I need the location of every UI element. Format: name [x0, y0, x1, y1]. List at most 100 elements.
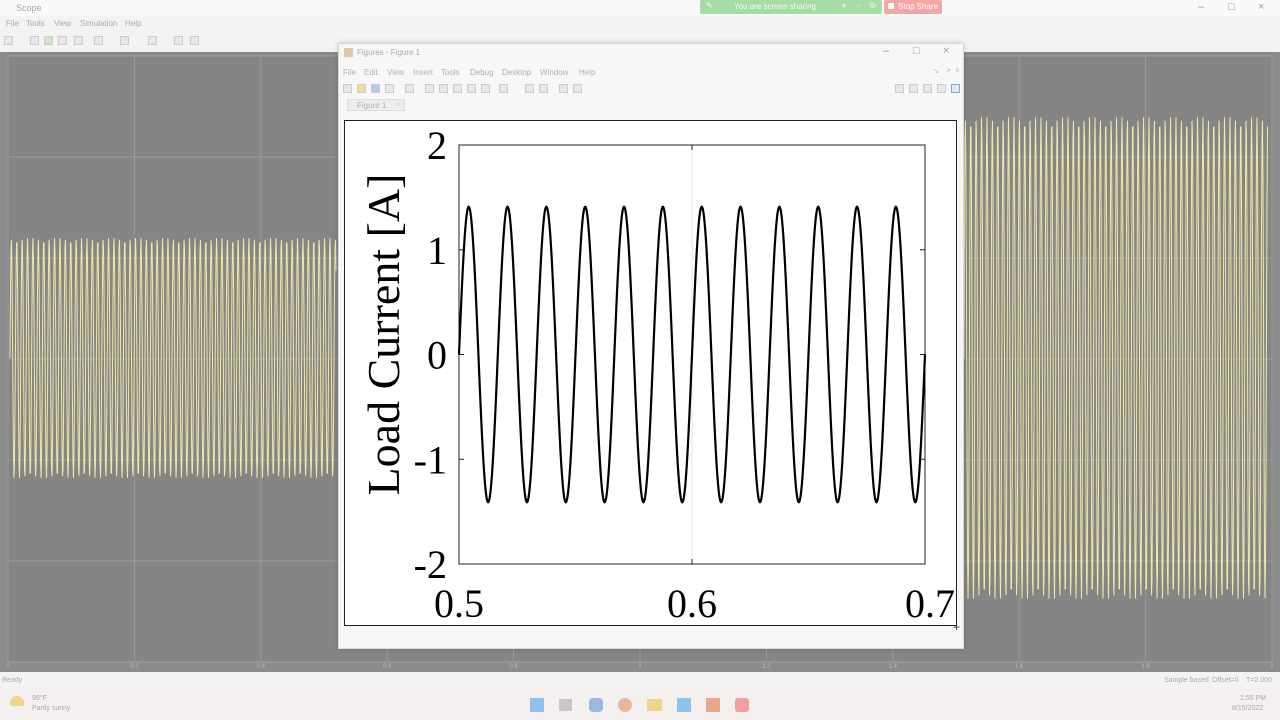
fig-menu-tools[interactable]: Tools: [441, 68, 460, 77]
autoscale-icon[interactable]: [148, 36, 157, 45]
cursor-icon[interactable]: [174, 36, 183, 45]
new-figure-icon[interactable]: [343, 84, 352, 93]
link-icon[interactable]: [405, 84, 414, 93]
left-right-icon[interactable]: [909, 84, 918, 93]
settings-icon[interactable]: [4, 36, 13, 45]
matlab-figure-icon: [344, 48, 353, 57]
figure-minimize-icon[interactable]: –: [883, 45, 889, 57]
figure-canvas[interactable]: 0.5 0.6 0.7 2 1 0 -1 -2 Load Current [A]: [344, 120, 957, 626]
record-icon[interactable]: ○: [856, 1, 861, 10]
float-icon[interactable]: [937, 84, 946, 93]
fig-menu-insert[interactable]: Insert: [413, 68, 433, 77]
status-sample-based: Sample based: [1164, 677, 1209, 684]
save-icon[interactable]: [371, 84, 380, 93]
maximize-icon[interactable]: □: [1228, 1, 1235, 13]
brush-icon[interactable]: [499, 84, 508, 93]
scope-x-tick-label: 0.6: [383, 664, 392, 670]
taskbar: 95°F Partly sunny 1:55 PM 8/15/2022: [0, 688, 1280, 720]
status-ready: Ready: [2, 677, 23, 684]
scope-menu-tools[interactable]: Tools: [26, 19, 45, 28]
scope-menubar: File Tools View Simulation Help: [0, 17, 1280, 31]
stop-share-button[interactable]: Stop Share: [884, 0, 942, 14]
fig-menu-file[interactable]: File: [343, 68, 356, 77]
step-forward-icon[interactable]: [58, 36, 67, 45]
run-icon[interactable]: [44, 36, 53, 45]
stop-icon[interactable]: [74, 36, 83, 45]
figure-maximize-icon[interactable]: □: [913, 45, 920, 57]
stop-icon: [888, 3, 894, 9]
tile-icon[interactable]: [895, 84, 904, 93]
fig-menu-window[interactable]: Window: [540, 68, 568, 77]
scope-x-tick-label: 1.4: [889, 664, 898, 670]
tab-figure-1-label: Figure 1: [357, 101, 387, 110]
pan-icon[interactable]: [453, 84, 462, 93]
scope-x-tick-label: 2: [1270, 664, 1274, 670]
open-icon[interactable]: [357, 84, 366, 93]
scope-menu-help[interactable]: Help: [125, 19, 141, 28]
figure-window-title: Figures - Figure 1: [357, 48, 421, 57]
chat-icon[interactable]: [589, 698, 603, 712]
tab-figure-1[interactable]: Figure 1 ×: [347, 99, 405, 111]
fig-menu-view[interactable]: View: [387, 68, 404, 77]
zoom-icon[interactable]: [120, 36, 129, 45]
scope-x-tick-label: 0.4: [257, 664, 266, 670]
dock-icon[interactable]: ↗: [945, 67, 951, 75]
share-pin-icon: ✎: [706, 1, 713, 10]
matlab-icon[interactable]: [706, 698, 720, 712]
minimize-icon[interactable]: –: [1198, 1, 1204, 13]
pause-icon[interactable]: ⏸: [842, 1, 846, 11]
fig-menu-desktop[interactable]: Desktop: [502, 68, 531, 77]
status-offset: Offset=0: [1212, 677, 1239, 684]
zoom-in-icon[interactable]: [425, 84, 434, 93]
start-icon[interactable]: [530, 698, 544, 712]
property-editor-icon[interactable]: [573, 84, 582, 93]
print-icon[interactable]: [385, 84, 394, 93]
legend-icon[interactable]: [539, 84, 548, 93]
highlight-icon[interactable]: [94, 36, 103, 45]
y-axis-label: Load Current [A]: [358, 174, 409, 496]
fig-menu-help[interactable]: Help: [579, 68, 595, 77]
scope-menu-simulation[interactable]: Simulation: [80, 19, 117, 28]
maximize-pane-icon[interactable]: [951, 84, 960, 93]
figure-window: Figures - Figure 1 – □ × File Edit View …: [338, 43, 964, 649]
scope-x-tick-label: 0: [6, 664, 10, 670]
fig-menu-debug[interactable]: Debug: [470, 68, 494, 77]
y-tick-label: -2: [414, 542, 447, 587]
load-current-chart: 0.5 0.6 0.7 2 1 0 -1 -2 Load Current [A]: [358, 123, 955, 626]
figure-close-icon[interactable]: ×: [943, 45, 949, 57]
data-cursor-icon[interactable]: [481, 84, 490, 93]
scope-menu-view[interactable]: View: [54, 19, 71, 28]
edit-icon[interactable]: [190, 36, 199, 45]
scope-x-tick-label: 0.8: [509, 664, 518, 670]
scope-x-tick-label: 1: [638, 664, 642, 670]
menu-close-icon[interactable]: ×: [955, 66, 960, 75]
y-tick-label: 1: [427, 228, 447, 273]
scope-title: Scope: [16, 3, 42, 13]
zoom-out-icon[interactable]: [439, 84, 448, 93]
colorbar-icon[interactable]: [525, 84, 534, 93]
rotate-icon[interactable]: [467, 84, 476, 93]
undock-icon[interactable]: ↘: [933, 67, 939, 75]
screen-sharing-bar: ✎ You are screen sharing ⏸ ○ ⚙: [700, 0, 882, 14]
browser-icon[interactable]: [618, 698, 632, 712]
figure-menubar: File Edit View Insert Tools Debug Deskto…: [339, 66, 963, 79]
y-tick-label: 2: [427, 123, 447, 168]
step-back-icon[interactable]: [30, 36, 39, 45]
resize-cursor-icon: +: [953, 620, 961, 634]
scope-menu-file[interactable]: File: [6, 19, 19, 28]
app-icon[interactable]: [677, 698, 691, 712]
top-bottom-icon[interactable]: [923, 84, 932, 93]
edit-plot-icon[interactable]: [559, 84, 568, 93]
clock-time: 1:55 PM: [1240, 695, 1267, 702]
recording-icon[interactable]: [735, 698, 749, 712]
close-icon[interactable]: ×: [1258, 1, 1264, 13]
fig-menu-edit[interactable]: Edit: [364, 68, 378, 77]
tab-close-icon[interactable]: ×: [396, 100, 401, 109]
weather-desc: Partly sunny: [32, 705, 71, 712]
scope-x-tick-label: 0.2: [130, 664, 139, 670]
folder-icon[interactable]: [647, 699, 662, 711]
settings-icon[interactable]: ⚙: [869, 1, 876, 10]
file-explorer-icon[interactable]: [559, 699, 572, 711]
stop-share-label: Stop Share: [898, 2, 939, 11]
scope-x-tick-label: 1.2: [762, 664, 771, 670]
